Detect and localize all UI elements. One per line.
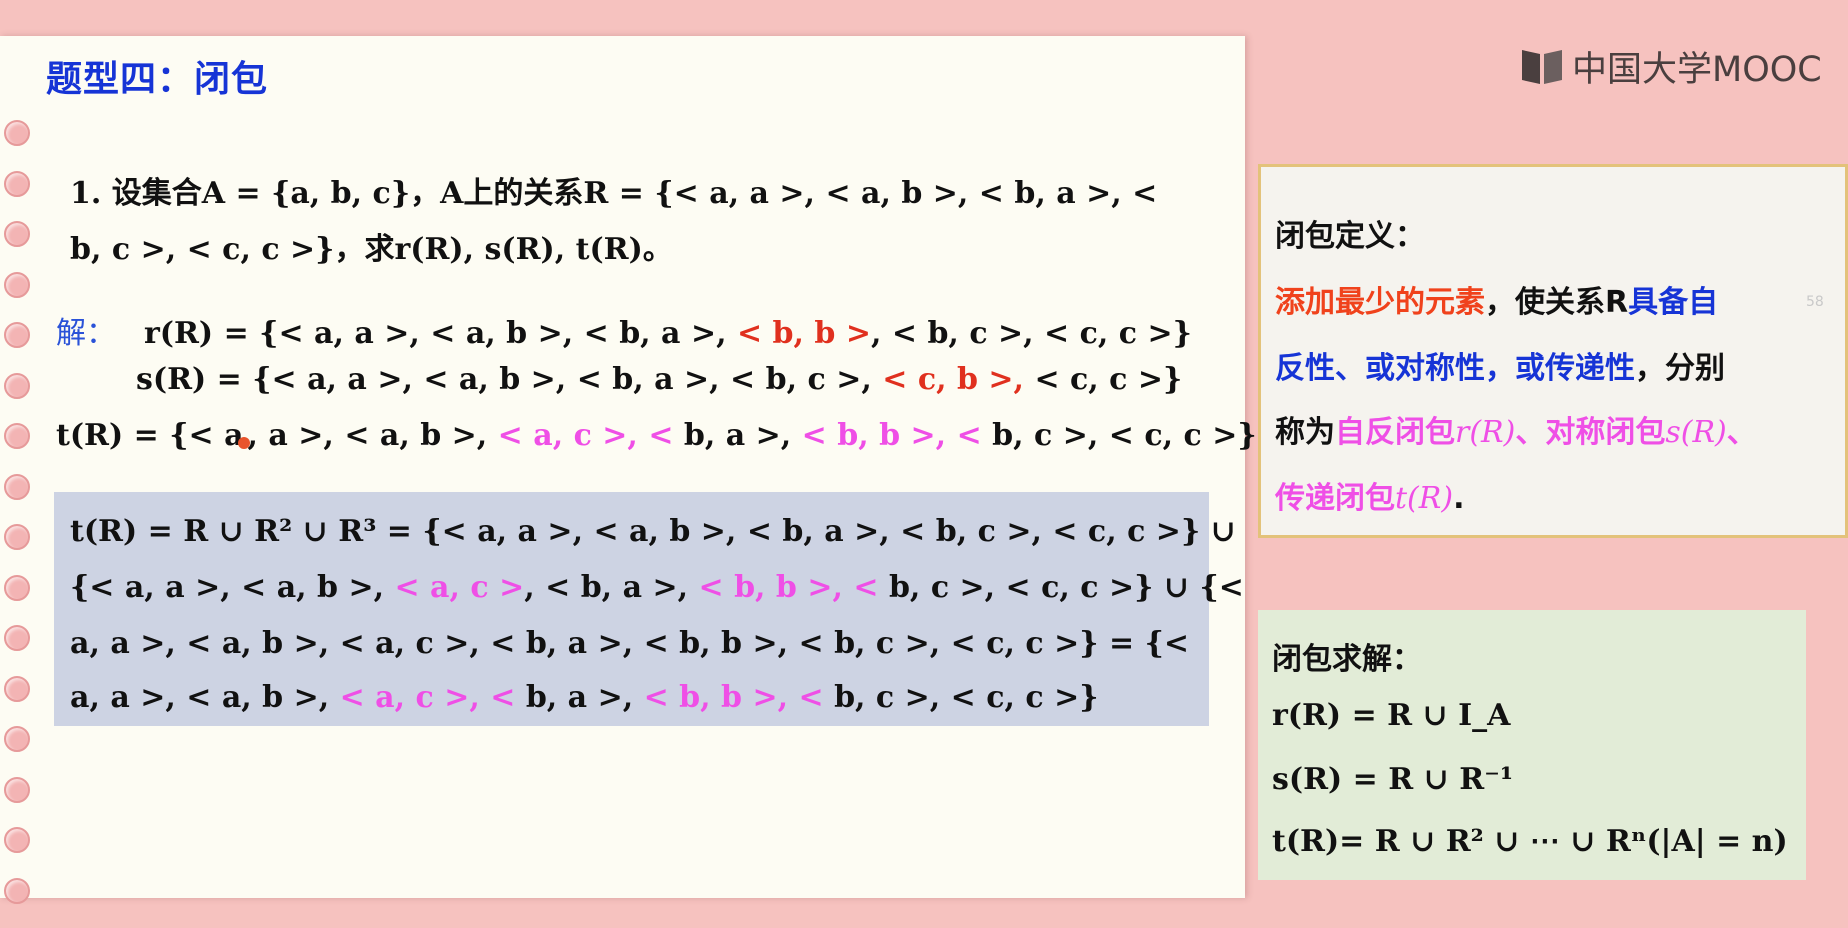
- symmetric-closure-label: 对称闭包: [1545, 415, 1666, 450]
- definition-card: 闭包定义： 添加最少的元素，使关系R具备自 反性、或对称性，或传递性，分别 称为…: [1258, 164, 1848, 538]
- definition-line-2: 反性、或对称性，或传递性，分别: [1275, 343, 1725, 387]
- definition-text-3: 称为: [1275, 415, 1335, 450]
- r-closure-suffix: , < b, c >, < c, c >}: [870, 316, 1192, 351]
- definition-heading: 闭包定义：: [1275, 219, 1425, 254]
- mooc-logo: 中国大学MOOC: [1520, 44, 1822, 90]
- box-line-4-a: a, a >, < a, b >,: [70, 680, 340, 715]
- box-line-1: t(R) = R ∪ R² ∪ R³ = {< a, a >, < a, b >…: [70, 514, 1236, 549]
- t-closure-added-1: < a, c >, <: [497, 418, 674, 453]
- transitive-closure-box: t(R) = R ∪ R² ∪ R³ = {< a, a >, < a, b >…: [54, 492, 1244, 726]
- definition-separator-1: 、: [1515, 415, 1546, 450]
- box-line-2-b: < a, c >: [394, 570, 525, 605]
- mooc-book-icon: [1522, 50, 1562, 84]
- box-line-4-c: b, a >,: [515, 680, 644, 715]
- solving-card: 闭包求解： r(R) = R ∪ I_A s(R) = R ∪ R⁻¹ t(R)…: [1258, 610, 1806, 880]
- box-line-2-e: b, c >, < c, c >} ∪ {<: [878, 570, 1244, 605]
- pointer-dot-icon: [237, 437, 250, 449]
- reflexive-formula: r(R) = R ∪ I_A: [1272, 698, 1511, 733]
- solution-t-line: t(R) = {< a, a >, < a, b >, < a, c >, < …: [56, 418, 1257, 453]
- definition-period: .: [1453, 481, 1465, 516]
- box-line-2-a: {< a, a >, < a, b >,: [70, 570, 395, 605]
- box-line-4-e: b, c >, < c, c >}: [823, 680, 1099, 715]
- binding-ring-icon: [4, 423, 30, 449]
- binding-ring-icon: [4, 170, 30, 197]
- definition-line-4: 传递闭包t(R).: [1275, 473, 1464, 517]
- binding-ring-icon: [4, 726, 30, 752]
- t-closure-part-f: b, c >, < c, c >}: [981, 418, 1257, 453]
- transitive-closure-symbol: t(R): [1395, 481, 1454, 516]
- page-number: 58: [1806, 294, 1824, 310]
- t-closure-added-2: < b, b >, <: [801, 418, 982, 453]
- binding-ring-icon: [4, 827, 30, 853]
- symmetric-closure-symbol: s(R): [1665, 415, 1727, 450]
- binding-ring-icon: [4, 574, 30, 601]
- s-closure-suffix: < c, c >}: [1034, 362, 1183, 397]
- s-closure-prefix: s(R) = {< a, a >, < a, b >, < b, a >, < …: [136, 362, 883, 397]
- page-title: 题型四：闭包: [46, 59, 269, 100]
- r-closure-prefix: r(R) = {< a, a >, < a, b >, < b, a >,: [144, 316, 737, 351]
- solution-r-line: 解： r(R) = {< a, a >, < a, b >, < b, a >, …: [56, 308, 1192, 352]
- box-line-4: a, a >, < a, b >, < a, c >, < b, a >, < …: [70, 680, 1099, 715]
- binding-ring-icon: [4, 776, 30, 803]
- binding-ring-icon: [4, 271, 30, 298]
- definition-min-elements: 添加最少的元素: [1275, 285, 1485, 320]
- solution-label: 解：: [56, 316, 116, 351]
- spiral-binding: [4, 120, 32, 928]
- t-closure-part-b: , a >, < a, b >,: [247, 418, 498, 453]
- binding-ring-icon: [4, 473, 30, 500]
- r-closure-added: < b, b >: [736, 316, 871, 351]
- definition-line-3: 称为自反闭包r(R)、对称闭包s(R)、: [1275, 407, 1757, 451]
- binding-ring-icon: [4, 372, 30, 399]
- box-line-2-d: < b, b >, <: [698, 570, 879, 605]
- definition-text-1: ，使关系R: [1485, 285, 1629, 320]
- t-closure-part-d: b, a >,: [673, 418, 802, 453]
- binding-ring-icon: [4, 120, 30, 146]
- box-line-4-d: < b, b >, <: [643, 680, 824, 715]
- reflexive-closure-label: 自反闭包: [1335, 415, 1455, 450]
- notebook-page: [0, 36, 1245, 904]
- definition-properties: 反性、或对称性，或传递性: [1275, 351, 1635, 386]
- reflexive-closure-symbol: r(R): [1455, 415, 1516, 450]
- symmetric-formula: s(R) = R ∪ R⁻¹: [1272, 762, 1514, 797]
- solving-heading: 闭包求解：: [1272, 642, 1422, 677]
- logo-text: 中国大学MOOC: [1572, 49, 1822, 90]
- binding-ring-icon: [4, 221, 30, 247]
- definition-text-2: ，分别: [1635, 351, 1725, 386]
- binding-ring-icon: [4, 675, 30, 702]
- definition-line-1: 添加最少的元素，使关系R具备自: [1275, 277, 1718, 321]
- box-line-2: {< a, a >, < a, b >, < a, c >, < b, a >,…: [70, 570, 1244, 605]
- transitive-formula: t(R)= R ∪ R² ∪ ⋯ ∪ Rⁿ(|A| = n): [1272, 824, 1788, 859]
- box-line-2-c: , < b, a >,: [524, 570, 699, 605]
- t-closure-part-a: t(R) = {< a: [56, 418, 244, 453]
- solution-s-line: s(R) = {< a, a >, < a, b >, < b, a >, < …: [136, 362, 1182, 397]
- binding-ring-icon: [4, 524, 30, 550]
- problem-line-1: 1. 设集合A = {a, b, c}，A上的关系R = {< a, a >, …: [70, 176, 1158, 211]
- box-line-4-b: < a, c >, <: [339, 680, 516, 715]
- box-line-3: a, a >, < a, b >, < a, c >, < b, a >, < …: [70, 626, 1189, 661]
- problem-line-2: b, c >, < c, c >}，求r(R), s(R), t(R)。: [70, 232, 673, 267]
- binding-ring-icon: [4, 877, 30, 904]
- transitive-closure-label: 传递闭包: [1275, 481, 1395, 516]
- definition-separator-2: 、: [1726, 415, 1757, 450]
- s-closure-added: < c, b >,: [882, 362, 1035, 397]
- binding-ring-icon: [4, 322, 30, 348]
- definition-blue-1: 具备自: [1628, 285, 1719, 320]
- binding-ring-icon: [4, 625, 30, 651]
